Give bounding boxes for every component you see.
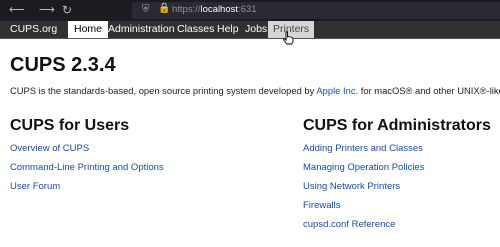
admins-section-title: CUPS for Administrators [303,117,491,134]
main-content: CUPS 2.3.4 CUPS is the standards-based, … [0,39,500,247]
nav-item-help[interactable]: Help [217,21,239,38]
reload-icon[interactable]: ↻ [62,4,72,16]
intro-text-end: for macOS® and other UNIX®-like oper [360,85,500,96]
url-text: https://localhost:631 [172,4,257,15]
overview-of-cups-link[interactable]: Overview of CUPS [10,143,164,162]
nav-item-classes[interactable]: Classes [177,21,214,38]
nav-item-home[interactable]: Home [68,21,109,38]
url-port: :631 [238,4,257,15]
user-forum-link[interactable]: User Forum [10,181,164,200]
network-printers-link[interactable]: Using Network Printers [303,181,424,200]
intro-text-start: CUPS is the standards-based, open source… [10,85,317,96]
forward-icon[interactable]: ⟶ [39,4,55,16]
url-host: localhost [200,4,239,15]
shield-icon[interactable]: ⛨ [142,4,150,15]
cupsd-conf-reference-link[interactable]: cupsd.conf Reference [303,219,424,238]
users-section-title: CUPS for Users [10,117,130,134]
intro-paragraph: CUPS is the standards-based, open source… [10,85,500,96]
operation-policies-link[interactable]: Managing Operation Policies [303,162,424,181]
lock-icon[interactable]: 🔒 [158,3,170,14]
url-scheme: https:// [172,4,201,15]
command-line-printing-link[interactable]: Command-Line Printing and Options [10,162,164,181]
cups-nav-bar: CUPS.org Home Administration Classes Hel… [0,21,500,39]
nav-item-jobs[interactable]: Jobs [245,21,267,38]
users-link-list: Overview of CUPS Command-Line Printing a… [10,143,164,200]
adding-printers-link[interactable]: Adding Printers and Classes [303,143,424,162]
admins-link-list: Adding Printers and Classes Managing Ope… [303,143,424,238]
apple-inc-link[interactable]: Apple Inc. [316,85,358,96]
url-field[interactable]: ⛨ 🔒 https://localhost:631 [132,2,500,19]
browser-toolbar: ⟵ ⟶ ↻ ⛨ 🔒 https://localhost:631 [0,0,500,21]
firewalls-link[interactable]: Firewalls [303,200,424,219]
page-title: CUPS 2.3.4 [10,54,116,76]
back-icon[interactable]: ⟵ [9,4,25,16]
hand-cursor-icon [282,31,294,45]
nav-item-cups-org[interactable]: CUPS.org [10,21,57,38]
nav-item-administration[interactable]: Administration [108,21,175,38]
